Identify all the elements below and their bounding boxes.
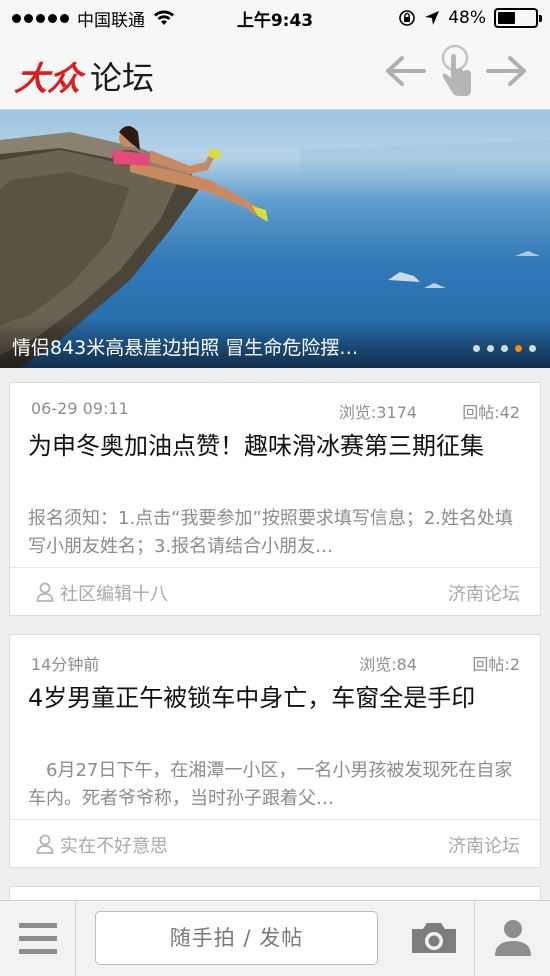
forward-arrow-icon[interactable]: [484, 54, 528, 88]
logo-mark: 大众: [12, 59, 85, 98]
carrier-name: 中国联通: [77, 10, 145, 31]
post-summary: 6月27日下午，在湘潭一小区，一名小男孩被发现死在自家车内。死者爷爷称，当时孙子…: [28, 760, 513, 809]
menu-button[interactable]: [0, 901, 76, 976]
back-arrow-icon[interactable]: [384, 54, 428, 88]
post-forum[interactable]: 济南论坛: [448, 832, 520, 858]
post-card[interactable]: 14分钟前 浏览:84 回帖:2 4岁男童正午被锁车中身亡，车窗全是手印 6月2…: [9, 634, 541, 868]
logo-title: 论坛: [90, 59, 155, 97]
person-icon: [36, 582, 54, 602]
battery-icon: [494, 8, 542, 28]
profile-button[interactable]: [474, 901, 550, 976]
wifi-icon: [154, 10, 174, 25]
post-footer: 实在不好意思 济南论坛: [10, 819, 540, 867]
post-replies: 回帖:2: [472, 655, 520, 674]
post-views: 浏览:84: [359, 655, 417, 674]
banner-pagination-dots: [473, 345, 536, 352]
banner-dot[interactable]: [501, 345, 508, 352]
lock-rotation-icon: [399, 10, 416, 26]
post-compose-input[interactable]: 随手拍 / 发帖: [95, 911, 378, 965]
post-meta: 06-29 09:11 浏览:3174 回帖:42: [31, 399, 520, 422]
banner-dot[interactable]: [473, 345, 480, 352]
bottom-toolbar: 随手拍 / 发帖: [0, 900, 550, 976]
post-title[interactable]: 为申冬奥加油点赞！趣味滑冰赛第三期征集: [28, 429, 526, 464]
post-meta: 14分钟前 浏览:84 回帖:2: [31, 651, 520, 674]
post-forum[interactable]: 济南论坛: [448, 580, 520, 606]
location-arrow-icon: [425, 11, 440, 25]
status-bar: 中国联通 上午9:43 48%: [0, 0, 550, 36]
menu-icon: [19, 923, 57, 954]
camera-button[interactable]: [396, 901, 472, 976]
post-author[interactable]: 实在不好意思: [60, 832, 168, 858]
banner-caption[interactable]: 情侣843米高悬崖边拍照 冒生命危险摆…: [12, 333, 358, 360]
post-replies: 回帖:42: [462, 403, 520, 422]
app-header: 大众 论坛: [0, 36, 550, 110]
post-time: 06-29 09:11: [31, 399, 129, 418]
banner-dot[interactable]: [487, 345, 494, 352]
person-icon: [36, 834, 54, 854]
profile-icon: [495, 920, 531, 956]
touch-hand-icon[interactable]: [434, 44, 478, 100]
camera-icon: [412, 923, 456, 953]
post-time: 14分钟前: [31, 655, 100, 674]
post-views: 浏览:3174: [338, 403, 417, 422]
banner-dot[interactable]: [529, 345, 536, 352]
banner-dot[interactable]: [515, 345, 522, 352]
post-title[interactable]: 4岁男童正午被锁车中身亡，车窗全是手印: [28, 681, 526, 716]
post-card[interactable]: 06-29 09:11 浏览:3174 回帖:42 为申冬奥加油点赞！趣味滑冰赛…: [9, 382, 541, 616]
post-footer: 社区编辑十八 济南论坛: [10, 567, 540, 615]
post-summary: 报名须知：1.点击“我要参加”按照要求填写信息；2.姓名处填写小朋友姓名；3.报…: [28, 508, 513, 557]
battery-percent: 48%: [448, 8, 486, 28]
signal-strength-icon: [12, 13, 69, 23]
post-author[interactable]: 社区编辑十八: [60, 580, 168, 606]
featured-banner[interactable]: 情侣843米高悬崖边拍照 冒生命危险摆…: [0, 110, 550, 368]
